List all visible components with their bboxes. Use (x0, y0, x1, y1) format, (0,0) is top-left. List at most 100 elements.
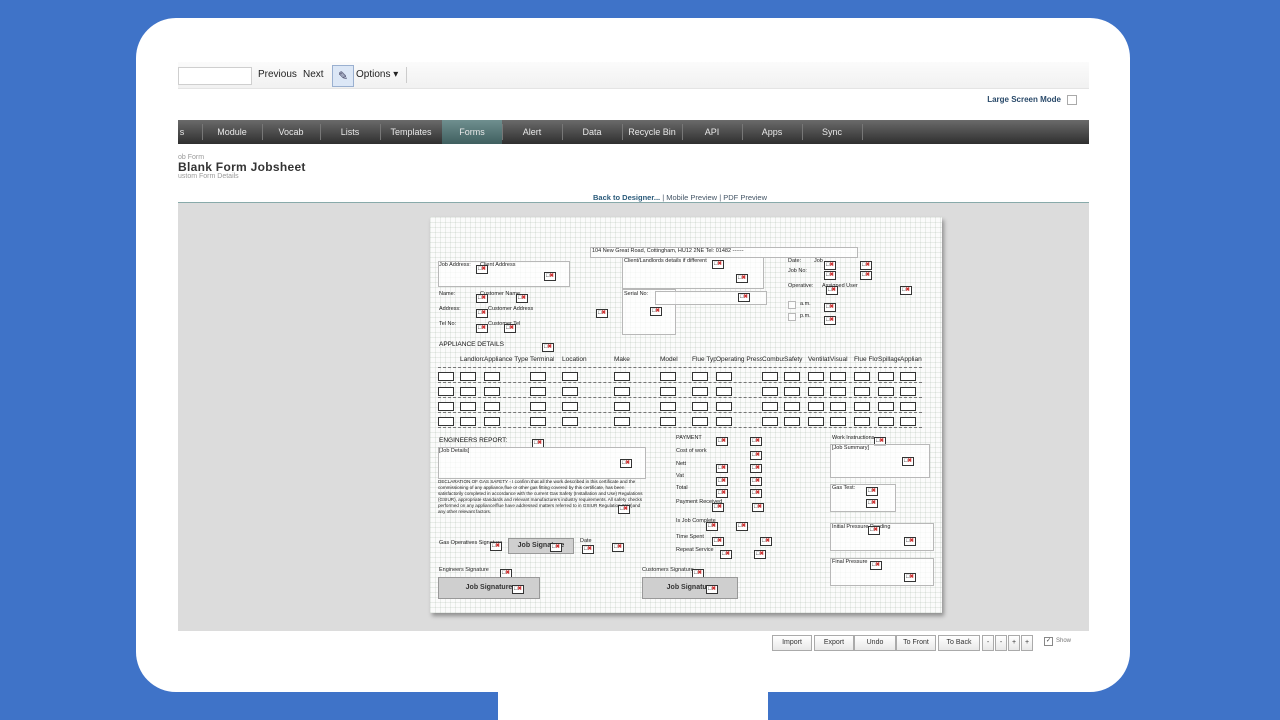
customers-signature-box[interactable]: Job Signature (642, 577, 738, 599)
table-cell-tag[interactable] (762, 372, 778, 381)
zoom-out-button[interactable]: - (995, 635, 1007, 651)
nav-item-api[interactable]: API (682, 120, 742, 144)
show-grid-checkbox[interactable]: ✓ (1044, 637, 1053, 646)
nav-item-partial[interactable]: s (178, 120, 186, 144)
field-tag[interactable]: □✖ (868, 526, 880, 535)
field-tag[interactable]: □✖ (902, 457, 914, 466)
table-cell-tag[interactable] (692, 402, 708, 411)
pm-checkbox[interactable] (788, 313, 796, 321)
field-tag[interactable]: □✖ (824, 261, 836, 270)
field-tag[interactable]: □✖ (596, 309, 608, 318)
table-cell-tag[interactable] (660, 402, 676, 411)
to-back-button[interactable]: To Back (938, 635, 980, 651)
field-tag[interactable]: □✖ (866, 499, 878, 508)
next-button[interactable]: Next (303, 69, 324, 80)
table-cell-tag[interactable] (784, 372, 800, 381)
table-cell-tag[interactable] (460, 372, 476, 381)
table-cell-tag[interactable] (716, 417, 732, 426)
table-cell-tag[interactable] (660, 387, 676, 396)
field-tag[interactable]: □✖ (736, 274, 748, 283)
nav-item-sync[interactable]: Sync (802, 120, 862, 144)
table-cell-tag[interactable] (438, 387, 454, 396)
table-cell-tag[interactable] (484, 417, 500, 426)
nav-item-alert[interactable]: Alert (502, 120, 562, 144)
table-cell-tag[interactable] (614, 372, 630, 381)
field-tag[interactable]: □✖ (750, 437, 762, 446)
field-tag[interactable]: □✖ (716, 464, 728, 473)
table-cell-tag[interactable] (808, 372, 824, 381)
field-tag[interactable]: □✖ (516, 294, 528, 303)
field-tag[interactable]: □✖ (904, 573, 916, 582)
table-cell-tag[interactable] (784, 402, 800, 411)
nav-item-forms[interactable]: Forms (442, 120, 502, 144)
field-tag[interactable]: □✖ (900, 286, 912, 295)
nav-item-lists[interactable]: Lists (320, 120, 380, 144)
field-tag[interactable]: □✖ (750, 477, 762, 486)
field-tag[interactable]: □✖ (544, 272, 556, 281)
table-cell-tag[interactable] (614, 387, 630, 396)
field-tag[interactable]: □✖ (860, 271, 872, 280)
large-screen-mode-checkbox[interactable] (1067, 95, 1077, 105)
table-cell-tag[interactable] (484, 387, 500, 396)
gas-operative-signature-box[interactable]: Job Signature (508, 538, 574, 554)
field-tag[interactable]: □✖ (720, 550, 732, 559)
mobile-preview-link[interactable]: Mobile Preview (666, 193, 717, 202)
nav-item-data[interactable]: Data (562, 120, 622, 144)
table-cell-tag[interactable] (562, 417, 578, 426)
field-tag[interactable]: □✖ (824, 271, 836, 280)
field-tag[interactable]: □✖ (716, 437, 728, 446)
appliance-row[interactable] (438, 369, 922, 383)
table-cell-tag[interactable] (900, 402, 916, 411)
options-button[interactable]: Options ▾ (356, 69, 398, 80)
table-cell-tag[interactable] (614, 417, 630, 426)
table-cell-tag[interactable] (716, 402, 732, 411)
table-cell-tag[interactable] (484, 402, 500, 411)
am-checkbox[interactable] (788, 301, 796, 309)
field-tag[interactable]: □✖ (870, 561, 882, 570)
field-tag[interactable]: □✖ (736, 522, 748, 531)
field-tag[interactable]: □✖ (706, 522, 718, 531)
appliance-row[interactable] (438, 414, 922, 428)
table-cell-tag[interactable] (460, 402, 476, 411)
form-sheet[interactable]: 104 New Great Road, Cottingham, HU12 2NE… (430, 217, 942, 613)
table-cell-tag[interactable] (762, 387, 778, 396)
table-cell-tag[interactable] (460, 417, 476, 426)
field-tag[interactable]: □✖ (738, 293, 750, 302)
field-tag[interactable]: □✖ (582, 545, 594, 554)
table-cell-tag[interactable] (484, 372, 500, 381)
field-tag[interactable]: □✖ (612, 543, 624, 552)
table-cell-tag[interactable] (438, 372, 454, 381)
back-to-designer-link[interactable]: Back to Designer... (593, 193, 660, 202)
field-tag[interactable]: □✖ (750, 464, 762, 473)
export-button[interactable]: Export (814, 635, 854, 651)
field-tag[interactable]: □✖ (476, 265, 488, 274)
field-tag[interactable]: □✖ (716, 477, 728, 486)
table-cell-tag[interactable] (808, 402, 824, 411)
table-cell-tag[interactable] (900, 387, 916, 396)
table-cell-tag[interactable] (784, 417, 800, 426)
table-cell-tag[interactable] (716, 372, 732, 381)
field-tag[interactable]: □✖ (490, 542, 502, 551)
table-cell-tag[interactable] (530, 417, 546, 426)
appliance-row[interactable] (438, 384, 922, 398)
zoom-out-button[interactable]: - (982, 635, 994, 651)
zoom-in-button[interactable]: + (1021, 635, 1033, 651)
table-cell-tag[interactable] (900, 417, 916, 426)
table-cell-tag[interactable] (878, 402, 894, 411)
field-tag[interactable]: □✖ (542, 343, 554, 352)
table-cell-tag[interactable] (784, 387, 800, 396)
field-tag[interactable]: □✖ (824, 316, 836, 325)
table-cell-tag[interactable] (878, 417, 894, 426)
table-cell-tag[interactable] (438, 417, 454, 426)
field-tag[interactable]: □✖ (752, 503, 764, 512)
field-tag[interactable]: □✖ (712, 537, 724, 546)
import-button[interactable]: Import (772, 635, 812, 651)
field-tag[interactable]: □✖ (866, 487, 878, 496)
zoom-in-button[interactable]: + (1008, 635, 1020, 651)
table-cell-tag[interactable] (830, 387, 846, 396)
table-cell-tag[interactable] (762, 417, 778, 426)
table-cell-tag[interactable] (692, 387, 708, 396)
field-tag[interactable]: □✖ (824, 303, 836, 312)
nav-item-templates[interactable]: Templates (380, 120, 442, 144)
table-cell-tag[interactable] (830, 417, 846, 426)
